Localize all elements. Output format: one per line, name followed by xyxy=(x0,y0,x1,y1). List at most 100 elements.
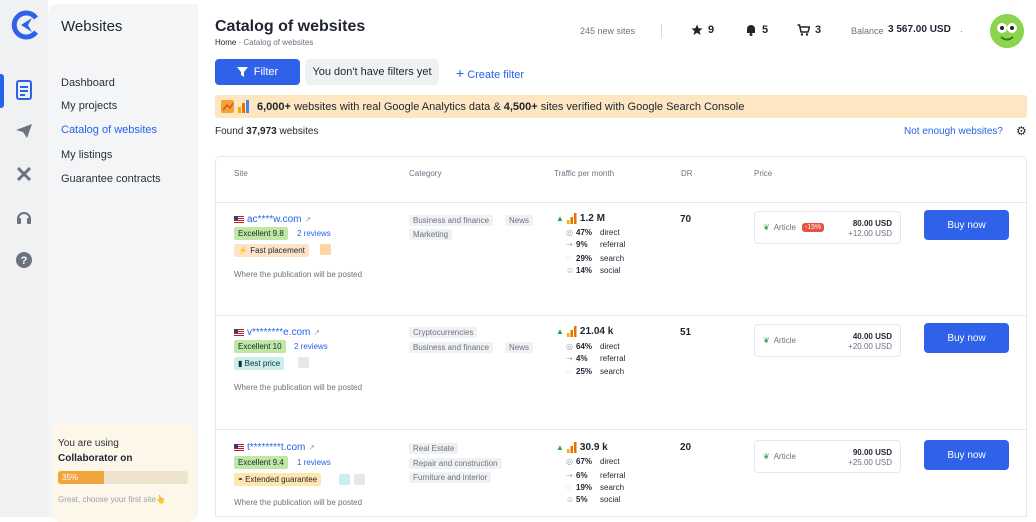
buy-now-button[interactable]: Buy now xyxy=(924,440,1009,470)
send-icon[interactable] xyxy=(12,119,36,143)
watching-counter[interactable]: 5 xyxy=(745,24,768,36)
main-content: Catalog of websites Home · Catalog of we… xyxy=(215,0,1036,517)
traffic-amount: 21.04 k xyxy=(579,326,614,337)
source-name: social xyxy=(600,495,621,504)
referral-icon: ⇢ xyxy=(566,471,573,480)
column-header-traffic[interactable]: Traffic per month xyxy=(554,169,614,178)
balance-label: Balance xyxy=(851,26,884,36)
tools-icon[interactable] xyxy=(12,162,36,186)
publication-note[interactable]: Where the publication will be posted xyxy=(234,498,362,507)
price-value: 40.00 USD xyxy=(852,332,892,341)
trend-up-icon: ▲ xyxy=(556,327,564,336)
article-label: Article xyxy=(773,336,796,345)
reviews-link[interactable]: 2 reviews xyxy=(294,342,328,351)
reviews-link[interactable]: 2 reviews xyxy=(297,229,331,238)
collab-line1: You are using xyxy=(58,438,119,449)
traffic-amount: 30.9 k xyxy=(579,442,608,453)
document-icon[interactable] xyxy=(12,78,36,102)
publication-note[interactable]: Where the publication will be posted xyxy=(234,383,362,392)
bell-icon xyxy=(747,25,755,36)
traffic-source-search: ◌ 29% search xyxy=(566,254,624,263)
sidebar-item-catalog[interactable]: Catalog of websites xyxy=(61,124,157,136)
balance-more[interactable]: · xyxy=(960,26,963,36)
avatar[interactable] xyxy=(990,14,1024,48)
traffic-source-direct: ◎ 64% direct xyxy=(566,342,620,351)
category-tag: Cryptocurrencies xyxy=(409,327,478,338)
star-icon xyxy=(691,24,703,35)
price-value: 90.00 USD xyxy=(852,448,892,457)
source-name: search xyxy=(600,367,625,376)
not-enough-link[interactable]: Not enough websites? xyxy=(904,126,1003,137)
sidebar-item-guarantee[interactable]: Guarantee contracts xyxy=(61,173,161,185)
discount-badge: -15% xyxy=(801,223,825,232)
dr-value: 70 xyxy=(680,214,692,225)
source-pct: 67% xyxy=(576,457,593,466)
price-option[interactable]: ❦ Article -15% 80.00 USD +12.00 USD xyxy=(754,211,901,244)
price-value: 80.00 USD xyxy=(852,219,892,228)
column-header-category[interactable]: Category xyxy=(409,169,441,178)
watching-count: 5 xyxy=(762,24,769,36)
headset-icon[interactable] xyxy=(12,205,36,229)
bar-chart-icon xyxy=(566,213,577,224)
reviews-link[interactable]: 1 reviews xyxy=(297,458,331,467)
column-header-dr[interactable]: DR xyxy=(681,169,693,178)
traffic-source-referral: ⇢ 6% referral xyxy=(566,471,625,480)
cart-counter[interactable]: 3 xyxy=(797,24,821,36)
page-title: Catalog of websites xyxy=(215,18,366,35)
create-filter-link[interactable]: + Create filter xyxy=(456,65,524,81)
source-pct: 25% xyxy=(576,367,593,376)
placement-badge-label: Extended guarantee xyxy=(245,475,318,484)
price-option[interactable]: ❦ Article 90.00 USD +25.00 USD xyxy=(754,440,901,473)
balance-value[interactable]: 3 567.00 USD xyxy=(888,24,951,35)
site-domain: v********e.com xyxy=(247,327,311,338)
active-indicator xyxy=(0,74,4,108)
publication-note[interactable]: Where the publication will be posted xyxy=(234,270,362,279)
icon-rail: ? xyxy=(0,0,48,517)
tag-icon xyxy=(298,357,309,368)
brand-logo-icon[interactable] xyxy=(10,10,40,40)
article-label: Article xyxy=(773,452,796,461)
social-icon: ☺ xyxy=(566,495,575,504)
social-icon: ☺ xyxy=(566,266,575,275)
source-pct: 5% xyxy=(576,495,588,504)
no-filters-chip: You don't have filters yet xyxy=(305,59,439,85)
traffic-source-social: ☺ 14% social xyxy=(566,266,620,275)
help-icon[interactable]: ? xyxy=(12,248,36,272)
favorites-counter[interactable]: 9 xyxy=(691,24,714,36)
column-header-price[interactable]: Price xyxy=(754,169,772,178)
direct-icon: ◎ xyxy=(566,342,573,351)
category-tag: Marketing xyxy=(409,229,453,240)
plus-icon: + xyxy=(456,65,465,81)
placement-badge: ⚡ Fast placement xyxy=(234,244,309,257)
source-name: direct xyxy=(600,342,620,351)
source-pct: 29% xyxy=(576,254,593,263)
buy-now-button[interactable]: Buy now xyxy=(924,323,1009,353)
column-header-site[interactable]: Site xyxy=(234,169,248,178)
site-link[interactable]: t********t.com ↗ xyxy=(234,442,315,453)
price-option[interactable]: ❦ Article 40.00 USD +20.00 USD xyxy=(754,324,901,357)
sidebar-item-my-projects[interactable]: My projects xyxy=(61,100,117,112)
sidebar-item-dashboard[interactable]: Dashboard xyxy=(61,77,115,89)
source-pct: 6% xyxy=(576,471,588,480)
buy-now-button[interactable]: Buy now xyxy=(924,210,1009,240)
rating-badge: Excellent 9.8 xyxy=(234,227,288,240)
sidebar-item-my-listings[interactable]: My listings xyxy=(61,149,112,161)
traffic-source-search: ◌ 19% search xyxy=(566,483,624,492)
filter-button[interactable]: Filter xyxy=(215,59,300,85)
site-link[interactable]: v********e.com ↗ xyxy=(234,327,320,338)
site-link[interactable]: ac****w.com ↗ xyxy=(234,214,311,225)
gear-icon[interactable]: ⚙ xyxy=(1016,124,1027,138)
banner-text: 6,000+ websites with real Google Analyti… xyxy=(257,101,744,113)
breadcrumb-sep: · xyxy=(238,38,242,47)
cart-count: 3 xyxy=(815,24,822,36)
traffic-value: ▲ 30.9 k xyxy=(556,442,608,453)
helmet-icon: ◓ xyxy=(238,475,243,484)
banner-count-1: 6,000+ xyxy=(257,100,291,113)
source-name: direct xyxy=(600,457,620,466)
us-flag-icon xyxy=(234,444,244,451)
source-name: referral xyxy=(600,471,626,480)
new-sites-link[interactable]: 245 new sites xyxy=(580,26,635,36)
results-prefix: Found xyxy=(215,126,247,137)
breadcrumb-home[interactable]: Home xyxy=(215,38,236,47)
traffic-source-social: ☺ 5% social xyxy=(566,495,620,504)
